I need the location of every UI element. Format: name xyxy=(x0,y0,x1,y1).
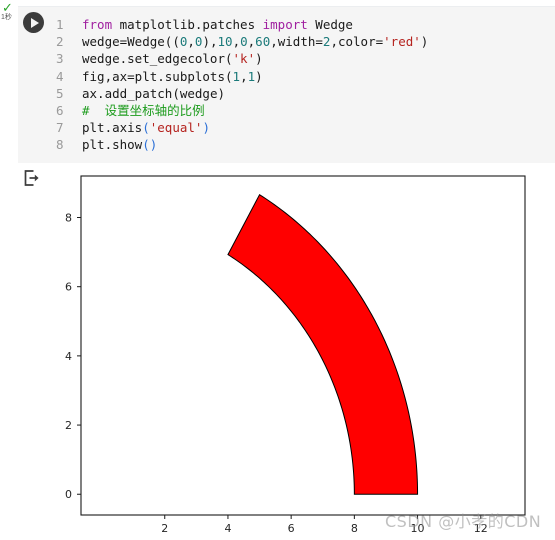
code-line[interactable]: 5 ax.add_patch(wedge) xyxy=(56,85,428,102)
code-token: , xyxy=(232,34,241,50)
output-arrow-icon xyxy=(22,168,42,188)
code-token: matplotlib.patches xyxy=(112,17,263,32)
code-token: ,color= xyxy=(330,34,384,50)
code-token: ) xyxy=(255,68,263,84)
code-token: plt.show xyxy=(82,137,143,153)
code-cell[interactable]: 1 from matplotlib.patches import Wedge 2 we… xyxy=(18,6,555,163)
line-number: 8 xyxy=(56,137,64,153)
cell-output xyxy=(18,163,555,540)
code-token: ax.add_patch xyxy=(82,85,173,101)
code-token: ,width= xyxy=(270,34,323,50)
line-number: 2 xyxy=(56,34,64,50)
code-token: 'red' xyxy=(383,34,421,50)
code-token: , xyxy=(187,34,195,50)
code-token: ( xyxy=(225,68,233,84)
check-icon: ✓ xyxy=(2,0,13,15)
code-token: ) xyxy=(420,34,429,50)
code-token: wedge xyxy=(179,85,218,101)
code-token: () xyxy=(142,137,158,153)
code-token: import xyxy=(262,17,308,32)
line-number: 1 xyxy=(56,17,64,32)
code-token: 'k' xyxy=(232,51,256,67)
code-token: ( xyxy=(225,51,233,67)
code-line[interactable]: 2 wedge=Wedge((0,0),10,0,60,width=2,color… xyxy=(56,33,428,50)
code-line[interactable]: 6 # 设置坐标轴的比例 xyxy=(56,102,428,119)
code-token: ) xyxy=(202,120,210,136)
line-number: 4 xyxy=(56,68,64,84)
line-number: 6 xyxy=(56,102,64,118)
code-token: wedge=Wedge xyxy=(82,34,165,50)
code-line[interactable]: 3 wedge.set_edgecolor('k') xyxy=(56,50,428,67)
code-token: ) xyxy=(255,51,263,67)
code-token: 10 xyxy=(217,34,233,50)
code-token: ), xyxy=(202,34,218,50)
code-token: Wedge xyxy=(307,17,353,32)
code-token: 'equal' xyxy=(149,120,203,136)
line-number: 3 xyxy=(56,51,64,67)
cell-status-gutter: ✓ 1秒 xyxy=(0,0,18,540)
code-line[interactable]: 1 from matplotlib.patches import Wedge xyxy=(56,16,428,33)
code-token: ( xyxy=(172,85,180,101)
code-line[interactable]: 7 plt.axis('equal') xyxy=(56,119,428,136)
code-line[interactable]: 8 plt.show() xyxy=(56,136,428,153)
code-token: (( xyxy=(164,34,180,50)
code-token: 0 xyxy=(240,34,248,50)
code-token: plt.axis xyxy=(82,120,143,136)
code-token: ) xyxy=(217,85,226,101)
play-icon[interactable] xyxy=(23,12,44,33)
code-token: 1 xyxy=(247,68,256,84)
code-token: from xyxy=(82,17,113,32)
code-token: ( xyxy=(142,120,150,136)
code-editor[interactable]: 1 from matplotlib.patches import Wedge 2 we… xyxy=(56,16,428,154)
line-number: 7 xyxy=(56,120,64,136)
elapsed-time-label: 1秒 xyxy=(1,14,12,21)
line-number: 5 xyxy=(56,85,64,101)
code-token: wedge.set_edgecolor xyxy=(82,51,225,67)
code-token: fig,ax=plt.subplots xyxy=(82,68,225,84)
code-token: 60 xyxy=(255,34,271,50)
code-line[interactable]: 4 fig,ax=plt.subplots(1,1) xyxy=(56,68,428,85)
code-token: # 设置坐标轴的比例 xyxy=(82,102,205,118)
run-status: ✓ 1秒 xyxy=(1,0,17,28)
code-token: 1 xyxy=(232,68,241,84)
code-token: , xyxy=(240,68,248,84)
